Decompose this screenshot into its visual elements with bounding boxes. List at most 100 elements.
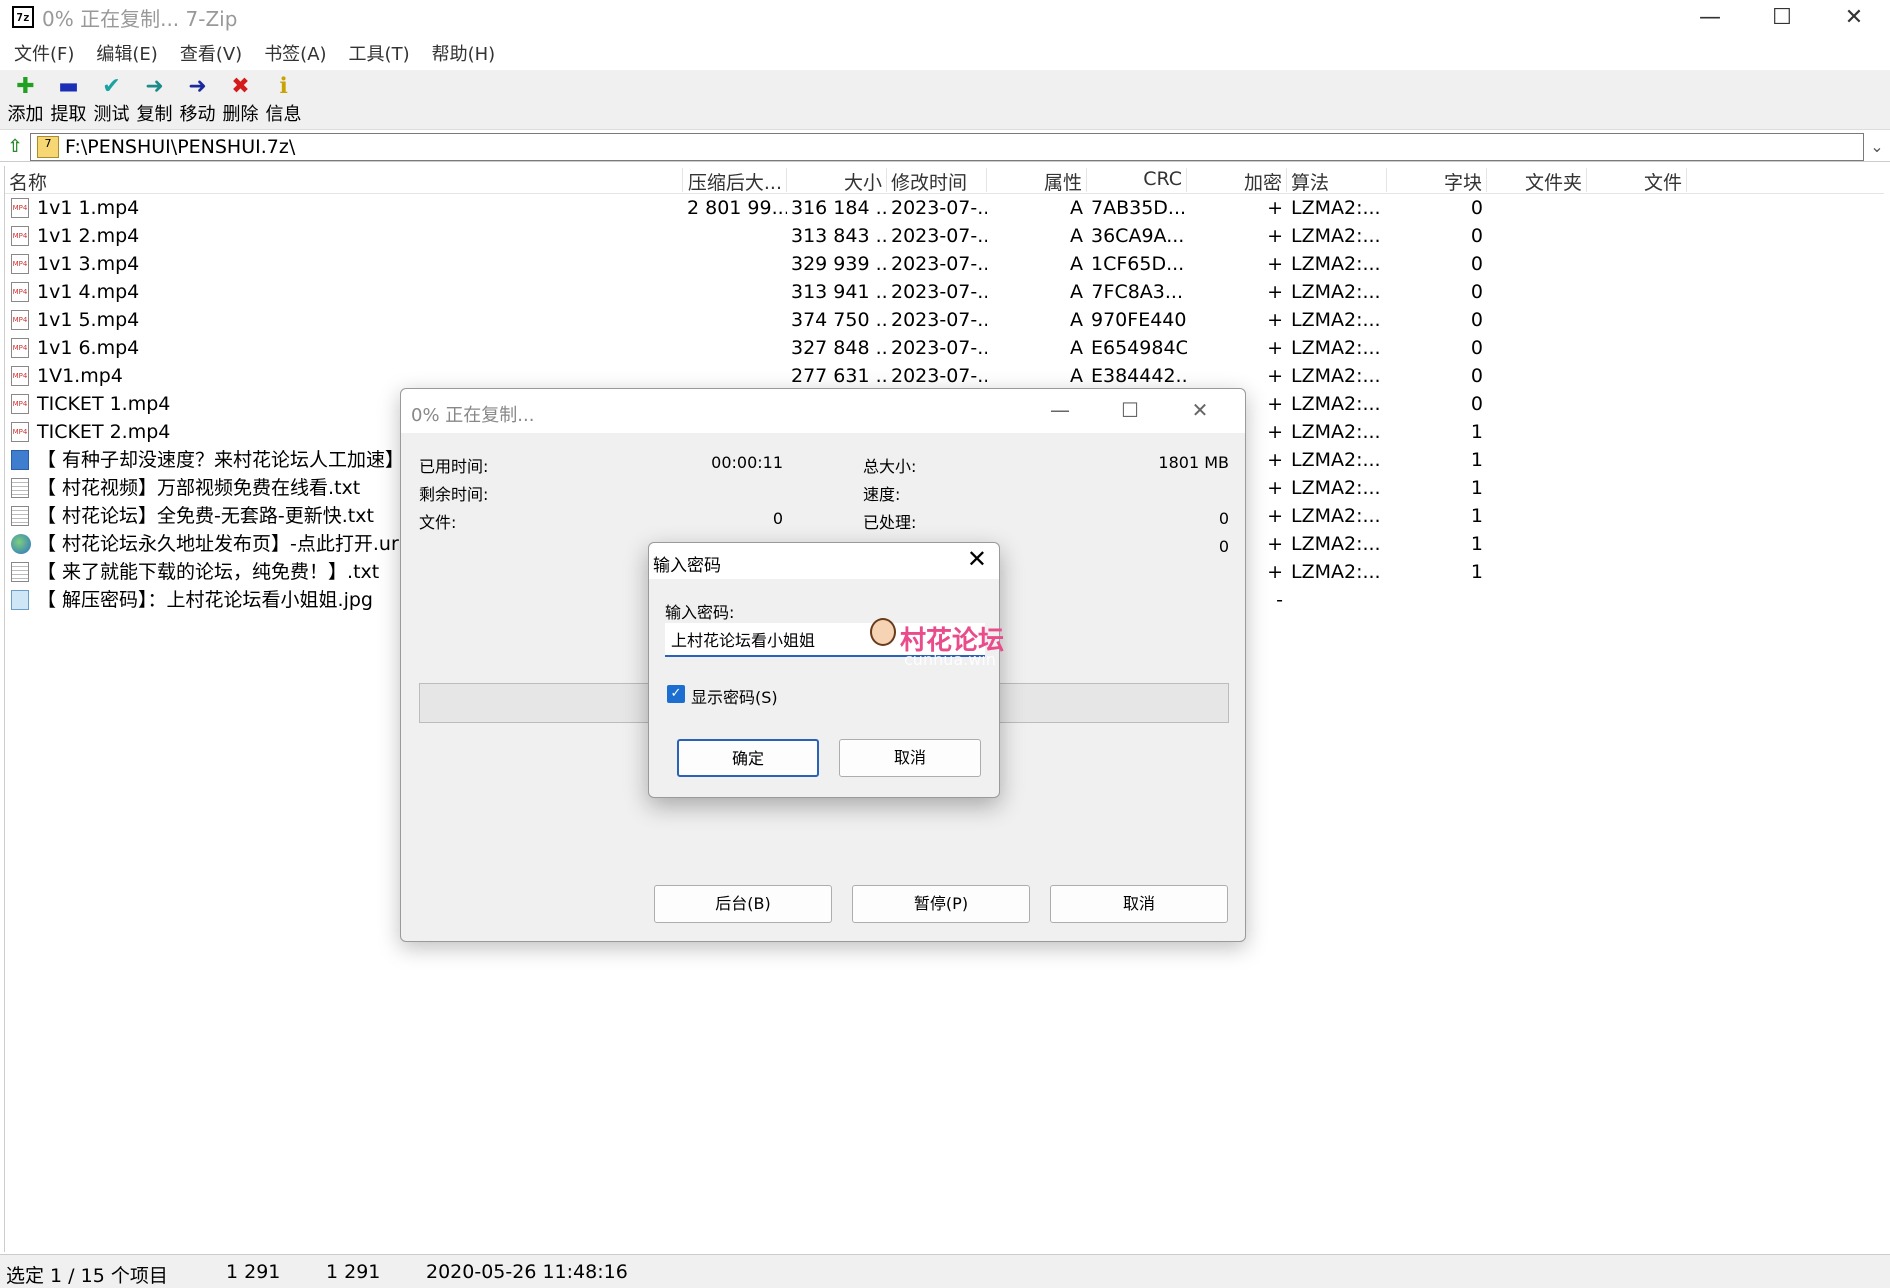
table-row[interactable]: MP4 1V1.mp4 277 631 ... 2023-07-... A E384442… <box>5 362 1884 390</box>
toolbar-add-button[interactable]: ✚ 添加 <box>4 70 47 129</box>
toolbar-move-button[interactable]: ➜ 移动 <box>176 70 219 129</box>
video-file-icon: MP4 <box>11 310 29 330</box>
up-folder-icon[interactable]: ⇧ <box>0 136 30 157</box>
address-input[interactable]: 7 F:\PENSHUI\PENSHUI.7z\ <box>30 132 1864 161</box>
status-selection: 选定 1 / 15 个项目 <box>6 1265 168 1287</box>
cell-encrypted: + <box>1267 365 1283 387</box>
cell-method: LZMA2:... <box>1291 421 1381 443</box>
table-row[interactable]: MP4 1v1 5.mp4 374 750 ... 2023-07-... A 970FE… <box>5 306 1884 334</box>
minimize-button[interactable]: — <box>1674 0 1746 34</box>
column-header-method[interactable]: 算法 <box>1287 168 1387 194</box>
column-header-attr[interactable]: 属性 <box>987 168 1087 194</box>
background-button[interactable]: 后台(B) <box>654 885 832 923</box>
cell-method: LZMA2:... <box>1291 281 1381 303</box>
menu-bookmarks[interactable]: 书签(A) <box>264 40 326 66</box>
menu-view[interactable]: 查看(V) <box>180 40 242 66</box>
cell-modified: 2023-07-... <box>891 281 987 303</box>
menu-help[interactable]: 帮助(H) <box>432 40 496 66</box>
menu-tools[interactable]: 工具(T) <box>349 40 410 66</box>
ok-button[interactable]: 确定 <box>677 739 819 777</box>
file-name: 【 村花视频】万部视频免费在线看.txt <box>37 477 361 499</box>
toolbar-delete-button[interactable]: ✖ 删除 <box>219 70 262 129</box>
extract-icon: ▬ <box>58 74 79 99</box>
menu-file[interactable]: 文件(F) <box>14 40 74 66</box>
cell-block: 1 <box>1470 505 1483 527</box>
show-password-label[interactable]: 显示密码(S) <box>691 684 778 708</box>
video-file-icon: MP4 <box>11 226 29 246</box>
cell-encrypted: + <box>1267 337 1283 359</box>
video-file-icon: MP4 <box>11 338 29 358</box>
progress-minimize-button[interactable]: — <box>1025 395 1095 425</box>
table-row[interactable]: MP4 1v1 6.mp4 327 848 ... 2023-07-... A E6549… <box>5 334 1884 362</box>
table-row[interactable]: MP4 1v1 1.mp4 2 801 99... 316 184 ... 2023-0… <box>5 194 1884 222</box>
password-dialog-title: 输入密码 <box>653 556 721 576</box>
cell-size: 313 941 ... <box>791 281 887 303</box>
column-header-block[interactable]: 字块 <box>1387 168 1487 194</box>
test-icon: ✔ <box>102 74 121 99</box>
cell-size: 329 939 ... <box>791 253 887 275</box>
txt-file-icon <box>11 562 29 582</box>
menu-edit[interactable]: 编辑(E) <box>96 40 157 66</box>
show-password-checkbox[interactable]: ✓ <box>667 685 685 703</box>
progress-cancel-button[interactable]: 取消 <box>1050 885 1228 923</box>
cell-method: LZMA2:... <box>1291 197 1381 219</box>
toolbar-copy-button[interactable]: ➜ 复制 <box>133 70 176 129</box>
progress-maximize-button[interactable]: ☐ <box>1095 395 1165 425</box>
cell-modified: 2023-07-... <box>891 197 987 219</box>
address-bar: ⇧ 7 F:\PENSHUI\PENSHUI.7z\ ⌄ <box>0 132 1890 162</box>
close-button[interactable]: ✕ <box>1818 0 1890 34</box>
cell-block: 0 <box>1470 365 1483 387</box>
toolbar-label: 添加 <box>7 104 44 125</box>
cell-encrypted: + <box>1267 253 1283 275</box>
cell-attr: A <box>1070 365 1083 387</box>
files-label: 文件: <box>419 513 457 532</box>
toolbar-info-button[interactable]: ℹ 信息 <box>262 70 305 129</box>
password-cancel-button[interactable]: 取消 <box>839 739 981 777</box>
cell-modified: 2023-07-... <box>891 309 987 331</box>
column-header-packed[interactable]: 压缩后大... <box>683 168 787 194</box>
cell-block: 0 <box>1470 197 1483 219</box>
cell-crc: 36CA9A... <box>1091 225 1185 247</box>
column-header-encrypted[interactable]: 加密 <box>1187 168 1287 194</box>
column-header-modified[interactable]: 修改时间 <box>887 168 987 194</box>
file-name: 【 来了就能下载的论坛，纯免费！】.txt <box>37 561 380 583</box>
progress-window-controls: — ☐ ✕ <box>1025 395 1235 425</box>
cell-method: LZMA2:... <box>1291 365 1381 387</box>
speed-label: 速度: <box>863 485 901 504</box>
column-header-folders[interactable]: 文件夹 <box>1487 168 1587 194</box>
table-row[interactable]: MP4 1v1 2.mp4 313 843 ... 2023-07-... A 36CA9… <box>5 222 1884 250</box>
cell-method: LZMA2:... <box>1291 449 1381 471</box>
progress-close-button[interactable]: ✕ <box>1165 395 1235 425</box>
total-size-value: 1801 MB <box>1158 453 1229 472</box>
file-name: 1v1 3.mp4 <box>37 253 140 275</box>
pause-button[interactable]: 暂停(P) <box>852 885 1030 923</box>
column-header-files[interactable]: 文件 <box>1587 168 1687 194</box>
toolbar: ✚ 添加 ▬ 提取 ✔ 测试 ➜ 复制 ➜ 移动 ✖ 删除 ℹ 信息 <box>0 70 1890 130</box>
column-header-size[interactable]: 大小 <box>787 168 887 194</box>
maximize-button[interactable]: ☐ <box>1746 0 1818 34</box>
toolbar-extract-button[interactable]: ▬ 提取 <box>47 70 90 129</box>
cell-method: LZMA2:... <box>1291 309 1381 331</box>
window-title: 0% 正在复制... 7-Zip <box>42 6 238 31</box>
table-row[interactable]: MP4 1v1 3.mp4 329 939 ... 2023-07-... A 1CF65… <box>5 250 1884 278</box>
column-header-crc[interactable]: CRC <box>1087 168 1187 192</box>
jpg-file-icon <box>11 590 29 610</box>
table-row[interactable]: MP4 1v1 4.mp4 313 941 ... 2023-07-... A 7FC8A… <box>5 278 1884 306</box>
file-name: 1v1 2.mp4 <box>37 225 140 247</box>
cell-encrypted: + <box>1267 225 1283 247</box>
column-header-name[interactable]: 名称 <box>5 168 683 194</box>
cell-size: 313 843 ... <box>791 225 887 247</box>
cell-packed <box>683 250 787 278</box>
cell-method: LZMA2:... <box>1291 505 1381 527</box>
cell-block: 0 <box>1470 393 1483 415</box>
toolbar-test-button[interactable]: ✔ 测试 <box>90 70 133 129</box>
status-packed-size: 1 291 <box>326 1261 381 1283</box>
file-name: 1v1 6.mp4 <box>37 337 140 359</box>
chevron-down-icon[interactable]: ⌄ <box>1864 137 1890 156</box>
close-icon[interactable]: ✕ <box>967 545 987 573</box>
cell-size: 277 631 ... <box>791 365 887 387</box>
7zip-app-icon: 7z <box>12 6 34 28</box>
cell-packed <box>683 334 787 362</box>
cell-block: 1 <box>1470 477 1483 499</box>
cell-attr: A <box>1070 253 1083 275</box>
